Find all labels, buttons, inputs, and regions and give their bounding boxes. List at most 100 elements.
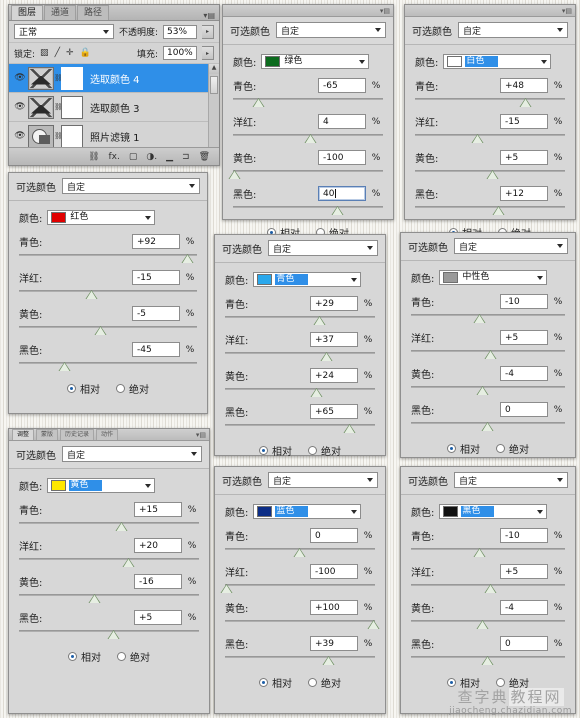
preset-row[interactable]: 可选颜色 自定 — [401, 233, 575, 261]
new-adjustment-icon[interactable]: ◑. — [146, 152, 157, 162]
panel-menu-icon[interactable]: ▾▤ — [196, 431, 206, 439]
black-slider-thumb[interactable] — [343, 424, 355, 433]
mode-radio-group[interactable]: 相对 绝对 — [225, 675, 375, 694]
eye-icon[interactable]: 👁 — [12, 73, 28, 83]
color-row[interactable]: 颜色: 蓝色 — [225, 504, 375, 519]
cyan-slider-thumb[interactable] — [473, 314, 486, 323]
selective-color-panel-green[interactable]: ▾▤ 可选颜色 自定 颜色: 绿色 青色: -65 % 洋红: 4 % 黄色: … — [222, 4, 394, 240]
cyan-slider-thumb[interactable] — [313, 316, 325, 325]
panel-titlebar[interactable]: ▾▤ — [223, 5, 393, 17]
black-input[interactable]: +5 — [134, 610, 182, 625]
magenta-slider-thumb[interactable] — [220, 584, 232, 593]
cyan-input[interactable]: +48 — [500, 78, 548, 93]
yellow-slider-thumb[interactable] — [367, 620, 379, 629]
black-slider-track[interactable] — [225, 423, 375, 433]
color-select[interactable]: 红色 — [47, 210, 156, 225]
layer-row-selective-color-4[interactable]: 👁 ⛓ 选取颜色 4 — [9, 64, 219, 93]
new-group-icon[interactable]: ▁ — [166, 152, 173, 162]
radio-absolute[interactable]: 绝对 — [308, 675, 341, 690]
transparency-lock-icon[interactable]: ▨ — [40, 48, 49, 58]
preset-select[interactable]: 自定 — [62, 178, 200, 194]
layer-mask-thumbnail[interactable] — [61, 95, 83, 119]
yellow-input[interactable]: -4 — [500, 366, 548, 381]
yellow-slider-thumb[interactable] — [486, 170, 499, 179]
magenta-input[interactable]: -15 — [132, 270, 180, 285]
black-slider-group[interactable]: 黑色: +65 % — [225, 404, 375, 433]
black-slider-group[interactable]: 黑色: +39 % — [225, 636, 375, 665]
yellow-input[interactable]: -4 — [500, 600, 548, 615]
magenta-slider-group[interactable]: 洋红: +5 % — [411, 564, 565, 593]
radio-relative[interactable]: 相对 — [447, 441, 480, 456]
magenta-slider-thumb[interactable] — [304, 134, 317, 143]
selective-color-panel-black[interactable]: 可选颜色 自定 颜色: 黑色 青色: -10 % 洋红: +5 % 黄色: -4… — [400, 466, 576, 714]
opacity-stepper[interactable]: ▸ — [202, 24, 214, 39]
yellow-slider-thumb[interactable] — [88, 594, 101, 603]
magenta-input[interactable]: -100 — [310, 564, 358, 579]
color-select[interactable]: 绿色 — [261, 54, 370, 69]
black-slider-group[interactable]: 黑色: 0 % — [411, 636, 565, 665]
color-row[interactable]: 颜色: 白色 — [415, 54, 565, 69]
magenta-input[interactable]: +37 — [310, 332, 358, 347]
black-slider-track[interactable] — [411, 655, 565, 665]
magenta-slider-thumb[interactable] — [484, 350, 497, 359]
preset-select[interactable]: 自定 — [454, 238, 568, 254]
black-slider-track[interactable] — [415, 205, 565, 215]
radio-relative[interactable]: 相对 — [259, 675, 292, 690]
radio-absolute[interactable]: 绝对 — [116, 381, 149, 396]
preset-row[interactable]: 可选颜色 自定 — [405, 17, 575, 45]
yellow-slider-thumb[interactable] — [228, 170, 240, 179]
color-row[interactable]: 颜色: 青色 — [225, 272, 375, 287]
panel-titlebar[interactable]: ▾▤ — [405, 5, 575, 17]
cyan-slider-thumb[interactable] — [519, 98, 532, 107]
selective-color-panel-neutral[interactable]: 可选颜色 自定 颜色: 中性色 青色: -10 % 洋红: +5 % 黄色: -… — [400, 232, 576, 458]
magenta-slider-thumb[interactable] — [484, 584, 497, 593]
black-slider-group[interactable]: 黑色: +12 % — [415, 186, 565, 215]
cyan-slider-group[interactable]: 青色: +29 % — [225, 296, 375, 325]
black-slider-thumb[interactable] — [492, 206, 505, 215]
yellow-slider-thumb[interactable] — [476, 386, 489, 395]
cyan-slider-track[interactable] — [411, 547, 565, 557]
black-slider-thumb[interactable] — [331, 206, 344, 215]
yellow-input[interactable]: +100 — [310, 600, 358, 615]
preset-row[interactable]: 可选颜色 自定 — [9, 173, 207, 201]
radio-relative[interactable]: 相对 — [67, 381, 100, 396]
layers-toolbar[interactable]: ⛓ fx. ▢ ◑. ▁ ⊐ 🗑 — [9, 147, 219, 165]
magenta-slider-group[interactable]: 洋红: +37 % — [225, 332, 375, 361]
eye-icon[interactable]: 👁 — [12, 102, 28, 112]
magenta-slider-group[interactable]: 洋红: -100 % — [220, 564, 375, 593]
opacity-input[interactable]: 53% — [163, 24, 197, 39]
yellow-slider-thumb[interactable] — [94, 326, 107, 335]
cyan-input[interactable]: +15 — [134, 502, 182, 517]
magenta-slider-track[interactable] — [220, 583, 375, 593]
black-slider-thumb[interactable] — [107, 630, 120, 639]
selective-color-panel-blue[interactable]: 可选颜色 自定 颜色: 蓝色 青色: 0 % 洋红: -100 % 黄色: +1… — [214, 466, 386, 714]
mode-radio-group[interactable]: 相对 绝对 — [225, 443, 375, 462]
link-icon[interactable]: ⛓ — [54, 132, 63, 140]
cyan-slider-track[interactable] — [411, 313, 565, 323]
cyan-input[interactable]: +92 — [132, 234, 180, 249]
yellow-slider-group[interactable]: 黄色: -5 % — [19, 306, 197, 335]
cyan-slider-thumb[interactable] — [293, 548, 306, 557]
radio-absolute[interactable]: 绝对 — [117, 649, 150, 664]
magenta-slider-group[interactable]: 洋红: -15 % — [415, 114, 565, 143]
preset-row[interactable]: 可选颜色 自定 — [223, 17, 393, 45]
panel-menu-icon[interactable]: ▾▤ — [562, 7, 572, 15]
radio-absolute[interactable]: 绝对 — [308, 443, 341, 458]
cyan-slider-thumb[interactable] — [252, 98, 265, 107]
yellow-slider-group[interactable]: 黄色: +5 % — [415, 150, 565, 179]
all-lock-icon[interactable]: 🔒 — [80, 48, 91, 58]
tab-channels[interactable]: 通道 — [44, 5, 77, 20]
black-input[interactable]: +39 — [310, 636, 358, 651]
black-slider-group[interactable]: 黑色: +5 % — [19, 610, 199, 639]
cyan-input[interactable]: 0 — [310, 528, 358, 543]
tab-masks[interactable]: 蒙版 — [36, 429, 59, 440]
cyan-slider-group[interactable]: 青色: -65 % — [233, 78, 383, 107]
black-slider-track[interactable] — [225, 655, 375, 665]
yellow-input[interactable]: +5 — [500, 150, 548, 165]
layers-panel-tabbar[interactable]: 图层 通道 路径 ▾▤ — [9, 5, 219, 21]
preset-select[interactable]: 自定 — [268, 240, 378, 256]
selective-color-panel-white[interactable]: ▾▤ 可选颜色 自定 颜色: 白色 青色: +48 % 洋红: -15 % 黄色… — [404, 4, 576, 240]
layers-scrollbar[interactable]: ▲ — [208, 64, 219, 151]
yellow-slider-group[interactable]: 黄色: +100 % — [225, 600, 379, 629]
radio-absolute[interactable]: 绝对 — [496, 441, 529, 456]
